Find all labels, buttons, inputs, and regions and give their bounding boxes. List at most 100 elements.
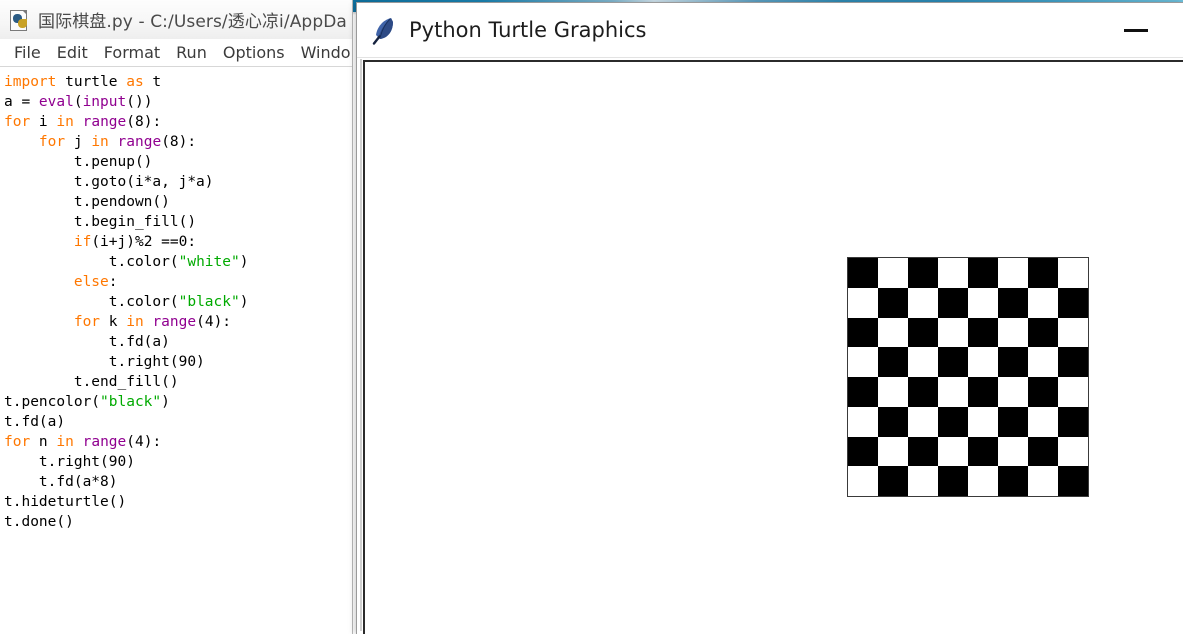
- code-token: (4):: [196, 314, 232, 330]
- checkerboard-square: [968, 258, 998, 288]
- code-token: a =: [4, 94, 39, 110]
- checkerboard-square: [908, 258, 938, 288]
- checkerboard-square: [1058, 466, 1088, 496]
- checkerboard-square: [968, 317, 998, 348]
- code-token: input: [82, 94, 127, 110]
- checkerboard-square: [998, 347, 1028, 377]
- checkerboard-square: [938, 347, 968, 377]
- idle-titlebar[interactable]: 国际棋盘.py - C:/Users/透心凉i/AppDa: [0, 0, 352, 39]
- code-token: import: [4, 74, 57, 90]
- code-token: j: [65, 134, 92, 150]
- code-token: (8):: [161, 134, 197, 150]
- idle-editor-window[interactable]: 国际棋盘.py - C:/Users/透心凉i/AppDa File Edit …: [0, 0, 353, 634]
- minimize-button[interactable]: [1088, 3, 1183, 57]
- checkerboard-square: [1028, 466, 1058, 496]
- checkerboard-square: [968, 436, 998, 467]
- turtle-titlebar[interactable]: Python Turtle Graphics: [357, 3, 1183, 58]
- checkerboard-square: [848, 377, 878, 407]
- code-token: t.fd(a): [4, 414, 66, 430]
- code-line: t.color("white"): [4, 252, 352, 272]
- code-token: if: [73, 234, 92, 250]
- code-token: turtle: [56, 74, 127, 90]
- code-token: t.fd(a): [4, 334, 170, 350]
- checkerboard-square: [848, 317, 878, 348]
- code-token: t.right(90): [4, 354, 205, 370]
- checkerboard-square: [1028, 287, 1058, 318]
- checkerboard-square: [1058, 287, 1088, 318]
- code-token: for: [73, 314, 101, 330]
- checkerboard-square: [878, 258, 908, 288]
- turtle-canvas[interactable]: [360, 59, 1183, 634]
- checkerboard-square: [1028, 317, 1058, 348]
- checkerboard-square: [968, 347, 998, 377]
- code-token: n: [30, 434, 57, 450]
- checkerboard-square: [938, 287, 968, 318]
- code-token: in: [56, 434, 74, 450]
- code-line: t.pendown(): [4, 192, 352, 212]
- code-token: t.color(: [4, 254, 179, 270]
- code-token: t.right(90): [4, 454, 135, 470]
- idle-window-title: 国际棋盘.py - C:/Users/透心凉i/AppDa: [38, 12, 347, 32]
- checkerboard-square: [968, 287, 998, 318]
- code-line: a = eval(input()): [4, 92, 352, 112]
- checkerboard-square: [968, 406, 998, 437]
- checkerboard-square: [998, 258, 1028, 288]
- code-token: for: [4, 434, 31, 450]
- checkerboard-square: [908, 466, 938, 496]
- checkerboard-square: [908, 377, 938, 407]
- menu-item-edit[interactable]: Edit: [49, 43, 96, 62]
- code-line: t.end_fill(): [4, 372, 352, 392]
- checkerboard-square: [1058, 317, 1088, 348]
- checkerboard-square: [1058, 377, 1088, 407]
- code-editor-area[interactable]: import turtle as ta = eval(input()) for i…: [0, 68, 352, 634]
- checkerboard-square: [968, 466, 998, 496]
- code-token: :: [108, 274, 118, 290]
- menu-item-run[interactable]: Run: [168, 43, 215, 62]
- checkerboard-square: [848, 258, 878, 288]
- checkerboard-square: [938, 406, 968, 437]
- menu-item-file[interactable]: File: [6, 43, 49, 62]
- code-line: for j in range(8):: [4, 132, 352, 152]
- turtle-window-title: Python Turtle Graphics: [409, 18, 647, 42]
- turtle-graphics-window[interactable]: Python Turtle Graphics: [356, 2, 1183, 634]
- minimize-icon: [1123, 28, 1148, 32]
- python-file-icon: [8, 9, 30, 31]
- checkerboard-square: [1058, 406, 1088, 437]
- code-token: "black": [100, 394, 162, 410]
- code-token: in: [91, 134, 109, 150]
- checkerboard-square: [938, 466, 968, 496]
- checkerboard-square: [998, 317, 1028, 348]
- menu-item-format[interactable]: Format: [96, 43, 168, 62]
- feather-icon: [371, 15, 397, 45]
- code-token: ): [161, 394, 170, 410]
- menu-item-options[interactable]: Options: [215, 43, 293, 62]
- code-token: t.goto(i*a, j*a): [4, 174, 214, 190]
- checkerboard-square: [998, 287, 1028, 318]
- checkerboard-square: [938, 317, 968, 348]
- code-token: ): [239, 254, 249, 270]
- checkerboard-square: [998, 377, 1028, 407]
- code-token: t.penup(): [4, 154, 153, 170]
- code-line: t.hideturtle(): [4, 492, 352, 512]
- checkerboard-square: [998, 436, 1028, 467]
- code-line: for n in range(4):: [4, 432, 352, 452]
- checkerboard-square: [848, 406, 878, 437]
- checkerboard-square: [878, 466, 908, 496]
- code-line: t.fd(a): [4, 412, 352, 432]
- menu-item-window[interactable]: Windo: [293, 43, 352, 62]
- code-token: in: [126, 314, 144, 330]
- checkerboard-square: [908, 317, 938, 348]
- checkerboard-square: [1058, 436, 1088, 467]
- code-token: i: [30, 114, 57, 130]
- code-token: t.color(: [4, 294, 179, 310]
- code-line: t.right(90): [4, 452, 352, 472]
- code-line: else:: [4, 272, 352, 292]
- code-token: (i+j)%2 ==0:: [91, 234, 197, 250]
- idle-menubar[interactable]: File Edit Format Run Options Windo: [0, 39, 352, 67]
- code-token: ()): [126, 94, 153, 110]
- code-token: range: [117, 134, 162, 150]
- code-line: import turtle as t: [4, 72, 352, 92]
- checkerboard-square: [848, 287, 878, 318]
